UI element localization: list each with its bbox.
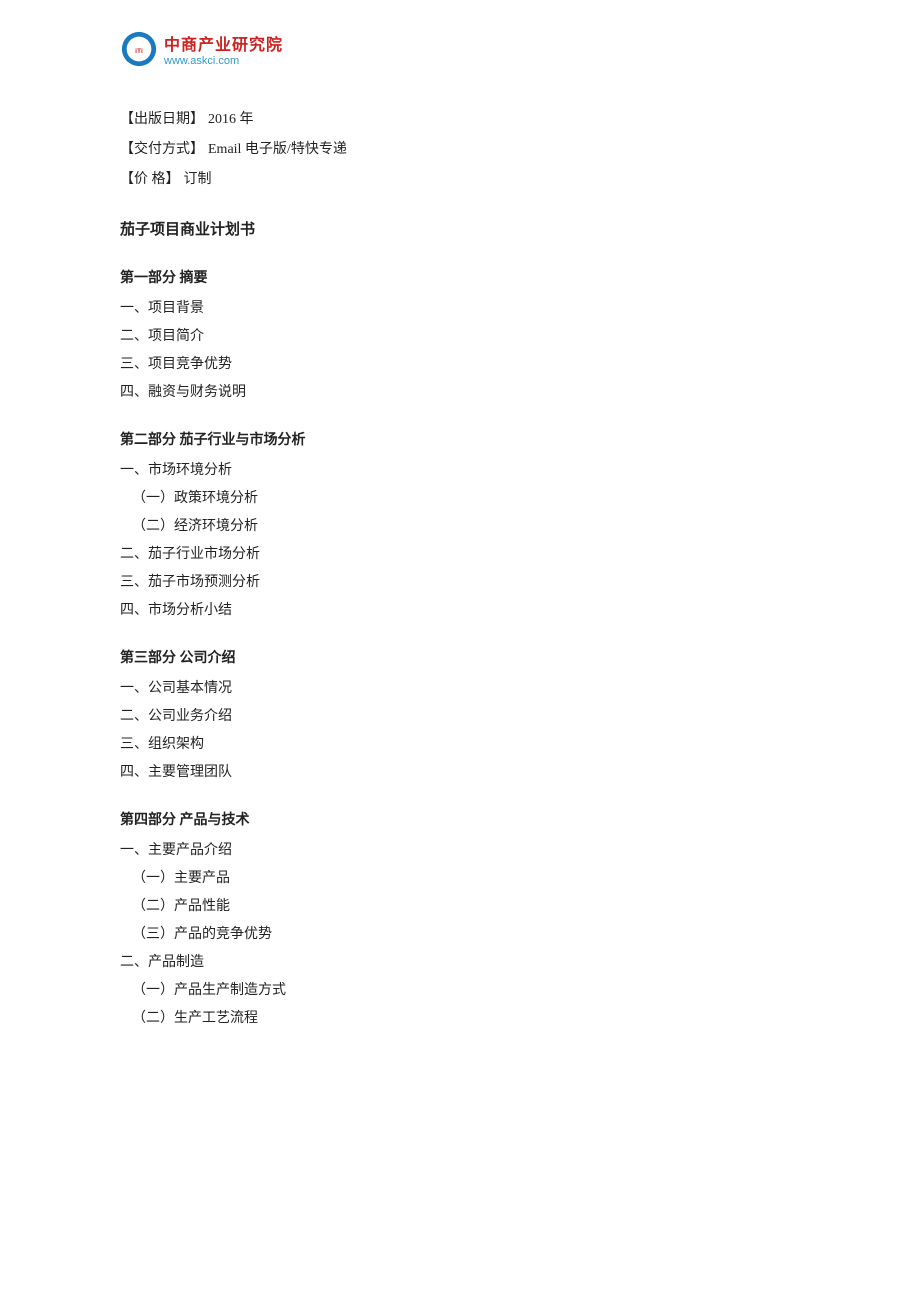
section-4-item-6: （一）产品生产制造方式 <box>120 977 800 1005</box>
section-1-item-1: 一、项目背景 <box>120 295 800 323</box>
price-value: 订制 <box>184 168 212 188</box>
header: iTi 中商产业研究院 www.askci.com <box>120 30 800 68</box>
section-3: 第三部分 公司介绍 一、公司基本情况 二、公司业务介绍 三、组织架构 四、主要管… <box>120 647 800 787</box>
logo-container: iTi 中商产业研究院 www.askci.com <box>120 30 283 68</box>
section-4: 第四部分 产品与技术 一、主要产品介绍 （一）主要产品 （二）产品性能 （三）产… <box>120 809 800 1033</box>
publish-label: 【出版日期】 <box>120 108 204 128</box>
section-1-item-3: 三、项目竞争优势 <box>120 351 800 379</box>
section-4-item-1: 一、主要产品介绍 <box>120 837 800 865</box>
section-3-header: 第三部分 公司介绍 <box>120 647 800 667</box>
section-4-header: 第四部分 产品与技术 <box>120 809 800 829</box>
section-2-item-5: 三、茄子市场预测分析 <box>120 569 800 597</box>
meta-info: 【出版日期】 2016 年 【交付方式】 Email 电子版/特快专递 【价 格… <box>120 108 800 188</box>
section-2-header: 第二部分 茄子行业与市场分析 <box>120 429 800 449</box>
section-1-header: 第一部分 摘要 <box>120 267 800 287</box>
page-container: iTi 中商产业研究院 www.askci.com 【出版日期】 2016 年 … <box>0 0 920 1302</box>
section-2-item-4: 二、茄子行业市场分析 <box>120 541 800 569</box>
section-2-item-6: 四、市场分析小结 <box>120 597 800 625</box>
logo-text-block: 中商产业研究院 www.askci.com <box>164 31 283 67</box>
meta-row-publish: 【出版日期】 2016 年 <box>120 108 800 128</box>
section-3-item-1: 一、公司基本情况 <box>120 675 800 703</box>
publish-value: 2016 年 <box>208 108 254 128</box>
section-2: 第二部分 茄子行业与市场分析 一、市场环境分析 （一）政策环境分析 （二）经济环… <box>120 429 800 625</box>
section-1-item-4: 四、融资与财务说明 <box>120 379 800 407</box>
section-1-item-2: 二、项目简介 <box>120 323 800 351</box>
meta-row-price: 【价 格】 订制 <box>120 168 800 188</box>
doc-title: 茄子项目商业计划书 <box>120 218 800 239</box>
section-4-item-3: （二）产品性能 <box>120 893 800 921</box>
section-2-item-3: （二）经济环境分析 <box>120 513 800 541</box>
section-1: 第一部分 摘要 一、项目背景 二、项目简介 三、项目竞争优势 四、融资与财务说明 <box>120 267 800 407</box>
section-4-item-4: （三）产品的竞争优势 <box>120 921 800 949</box>
section-4-item-7: （二）生产工艺流程 <box>120 1005 800 1033</box>
logo-icon: iTi <box>120 30 158 68</box>
section-4-item-2: （一）主要产品 <box>120 865 800 893</box>
section-3-item-4: 四、主要管理团队 <box>120 759 800 787</box>
logo-url: www.askci.com <box>164 55 283 67</box>
sections-container: 第一部分 摘要 一、项目背景 二、项目简介 三、项目竞争优势 四、融资与财务说明… <box>120 267 800 1033</box>
section-3-item-2: 二、公司业务介绍 <box>120 703 800 731</box>
section-3-item-3: 三、组织架构 <box>120 731 800 759</box>
section-2-item-1: 一、市场环境分析 <box>120 457 800 485</box>
delivery-label: 【交付方式】 <box>120 138 204 158</box>
price-label: 【价 格】 <box>120 168 180 188</box>
section-4-item-5: 二、产品制造 <box>120 949 800 977</box>
delivery-value: Email 电子版/特快专递 <box>208 138 347 158</box>
meta-row-delivery: 【交付方式】 Email 电子版/特快专递 <box>120 138 800 158</box>
svg-text:iTi: iTi <box>135 48 143 55</box>
section-2-item-2: （一）政策环境分析 <box>120 485 800 513</box>
logo-name: 中商产业研究院 <box>164 31 283 55</box>
